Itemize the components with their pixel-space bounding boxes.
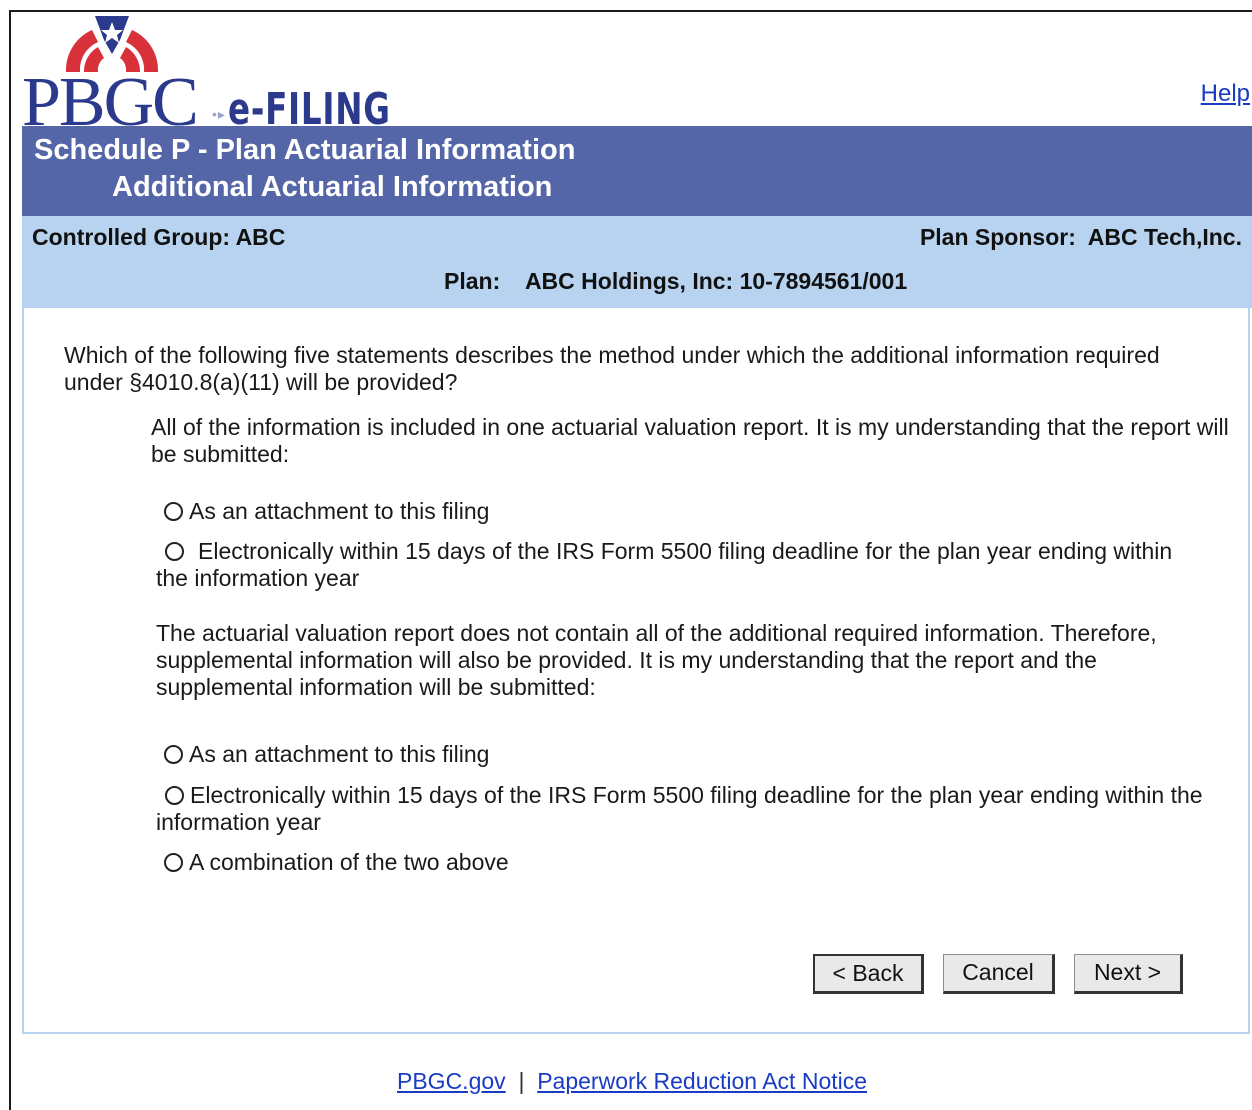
radio-option-2c[interactable]: A combination of the two above [164,849,1204,876]
radio-button-icon[interactable] [165,542,184,561]
question-text: Which of the following five statements d… [64,342,1160,395]
radio-option-2a[interactable]: As an attachment to this filing [164,741,1204,768]
radio-button-icon[interactable] [164,502,183,521]
radio-option-label: A combination of the two above [189,849,509,875]
radio-button-icon[interactable] [165,786,184,805]
page-subtitle: Additional Actuarial Information [112,171,553,203]
controlled-group-label: Controlled Group: ABC [32,224,286,250]
filing-info-bar: Controlled Group: ABC Plan Sponsor: ABC … [22,216,1252,308]
back-button[interactable]: < Back [813,954,924,994]
cancel-button[interactable]: Cancel [943,954,1055,994]
radio-option-label: Electronically within 15 days of the IRS… [156,782,1203,835]
radio-option-label: As an attachment to this filing [189,498,490,524]
page-title: Schedule P - Plan Actuarial Information [34,134,576,166]
radio-option-1b[interactable]: Electronically within 15 days of the IRS… [156,538,1206,592]
next-button[interactable]: Next > [1074,954,1183,994]
option-group-1-description: All of the information is included in on… [151,414,1229,467]
logo-separator-dots: •▸ [212,106,226,122]
footer: PBGC.gov | Paperwork Reduction Act Notic… [397,1068,867,1095]
help-link[interactable]: Help [1201,80,1250,108]
radio-button-icon[interactable] [164,853,183,872]
form-panel: Which of the following five statements d… [22,308,1250,1034]
radio-option-label: As an attachment to this filing [189,741,490,767]
plan-sponsor-label: Plan Sponsor: ABC Tech,Inc. [919,224,1242,250]
option-group-2-description: The actuarial valuation report does not … [156,620,1157,700]
radio-option-label: Electronically within 15 days of the IRS… [156,538,1173,591]
pbgc-logo: PBGC •▸ e-FILING PORTAL [22,14,542,182]
footer-separator: | [518,1068,525,1094]
radio-option-2b[interactable]: Electronically within 15 days of the IRS… [156,782,1206,836]
pbgc-gov-link[interactable]: PBGC.gov [397,1068,506,1094]
radio-button-icon[interactable] [164,745,183,764]
page-title-bar: Schedule P - Plan Actuarial Information … [22,126,1252,216]
radio-option-1a[interactable]: As an attachment to this filing [164,498,1204,525]
paperwork-reduction-link[interactable]: Paperwork Reduction Act Notice [537,1068,867,1094]
plan-label: Plan: ABC Holdings, Inc: 10-7894561/001 [444,268,908,294]
